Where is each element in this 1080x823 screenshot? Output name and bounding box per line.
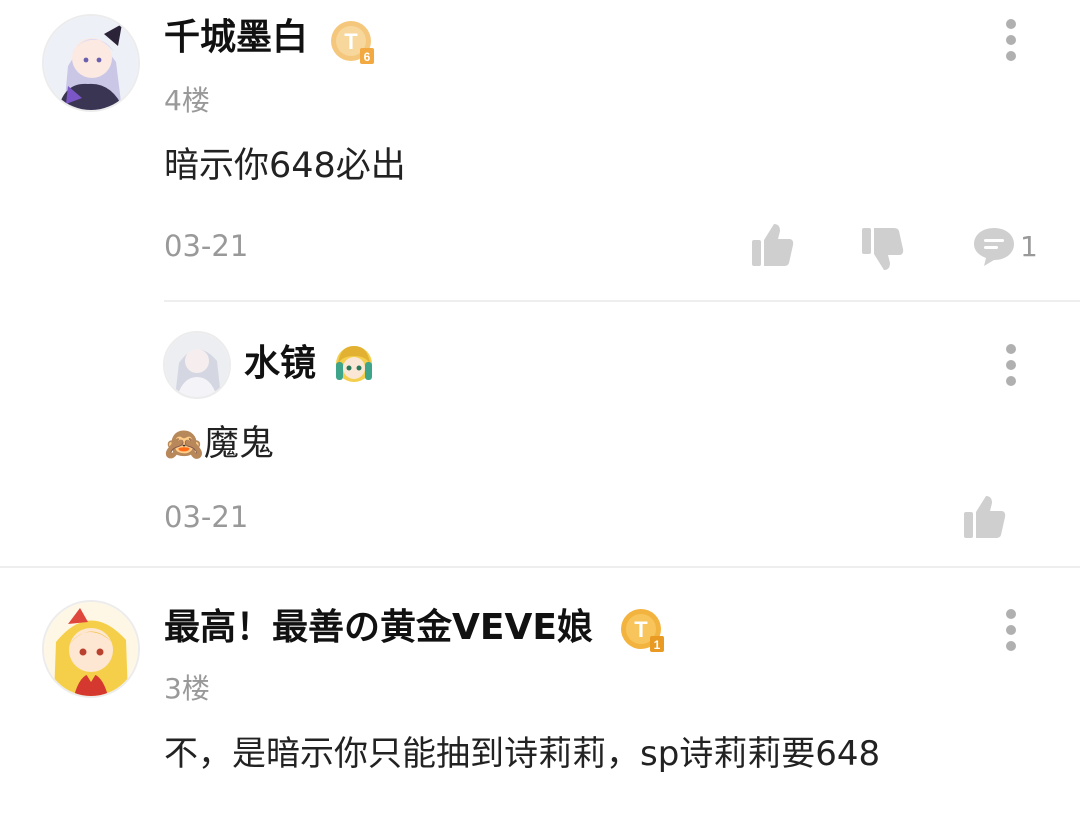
svg-text:T: T (344, 29, 358, 54)
svg-text:1: 1 (654, 638, 661, 652)
reply-avatar[interactable] (163, 331, 231, 399)
reply-text: 🙈魔鬼 (164, 424, 274, 464)
reply-username[interactable]: 水镜 (244, 342, 316, 386)
comment-date: 03-21 (164, 229, 249, 263)
level-badge-icon: T 1 (620, 608, 666, 658)
divider (164, 300, 1080, 302)
avatar[interactable] (42, 600, 140, 698)
reply-count: 1 (1020, 230, 1038, 263)
level-badge-icon: T 6 (330, 20, 376, 70)
username[interactable]: 千城墨白 (164, 16, 308, 60)
username[interactable]: 最高！最善の黄金VEVE娘 (164, 606, 593, 650)
thumbs-up-icon[interactable] (750, 222, 794, 272)
svg-text:6: 6 (364, 50, 371, 64)
comment-item: 千城墨白 T 6 4楼 暗示你648必出 03-21 1 水镜 🙈魔鬼 03-2… (0, 0, 1080, 566)
more-vertical-icon[interactable] (999, 341, 1023, 389)
avatar[interactable] (42, 14, 140, 112)
reply-date: 03-21 (164, 500, 249, 534)
more-vertical-icon[interactable] (999, 606, 1023, 654)
floor-number: 4楼 (164, 84, 210, 117)
svg-text:T: T (634, 617, 648, 642)
see-no-evil-monkey-icon: 🙈 (164, 425, 204, 463)
comment-text: 不，是暗示你只能抽到诗莉莉，sp诗莉莉要648 (164, 734, 881, 774)
character-badge-icon (332, 342, 376, 390)
comment-item: 最高！最善の黄金VEVE娘 T 1 3楼 不，是暗示你只能抽到诗莉莉，sp诗莉莉… (0, 568, 1080, 823)
floor-number: 3楼 (164, 672, 210, 705)
comment-bubble-icon[interactable] (972, 226, 1016, 272)
thumbs-down-icon[interactable] (860, 226, 904, 276)
comment-text: 暗示你648必出 (164, 146, 406, 186)
more-vertical-icon[interactable] (999, 16, 1023, 64)
thumbs-up-icon[interactable] (962, 494, 1006, 544)
